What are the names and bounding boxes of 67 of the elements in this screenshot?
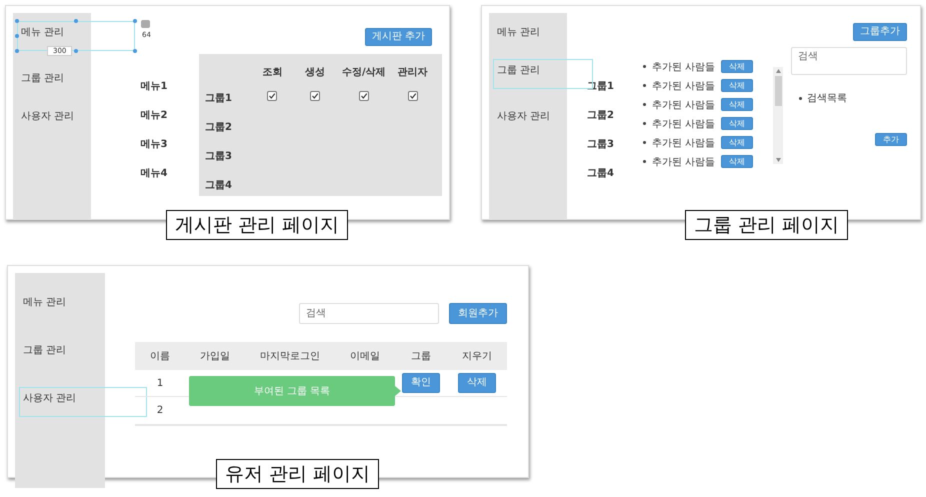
page-caption: 유저 관리 페이지	[216, 459, 380, 489]
up-arrow-icon[interactable]	[776, 69, 780, 73]
column-header: 그룹	[395, 342, 447, 370]
bullet-icon	[643, 84, 646, 87]
member-name: 추가된 사람들	[652, 136, 716, 150]
bullet-icon	[643, 103, 646, 106]
column-header: 이메일	[335, 342, 395, 370]
column-header: 생성	[304, 66, 325, 78]
bullet-icon	[643, 160, 646, 163]
bullet-icon	[643, 65, 646, 68]
resize-handle[interactable]	[15, 34, 19, 38]
page-caption: 게시판 관리 페이지	[166, 210, 348, 240]
sidebar-item[interactable]: 사용자 관리	[19, 387, 147, 417]
resize-handle[interactable]	[133, 49, 137, 53]
resize-handle[interactable]	[15, 19, 19, 23]
column-header: 가입일	[185, 342, 245, 370]
down-arrow-icon[interactable]	[776, 158, 780, 162]
sidebar-item[interactable]: 메뉴 관리	[19, 291, 70, 313]
checkbox[interactable]	[267, 91, 278, 101]
square-icon	[141, 20, 150, 28]
member-name: 추가된 사람들	[652, 118, 716, 130]
group-label[interactable]: 그룹3	[587, 137, 635, 166]
menu-label: 메뉴4	[140, 167, 168, 181]
group-label[interactable]: 그룹4	[587, 166, 635, 195]
group-label[interactable]: 그룹2	[587, 108, 635, 137]
member-name: 추가된 사람들	[652, 156, 716, 168]
table-cell: 1	[156, 378, 164, 388]
search-result[interactable]: 검색목록	[807, 91, 847, 105]
column-header: 관리자	[398, 66, 428, 78]
member-name: 추가된 사람들	[652, 98, 716, 112]
resize-handle[interactable]	[74, 49, 78, 53]
column-header: 조회	[262, 66, 282, 78]
page-caption: 그룹 관리 페이지	[685, 210, 848, 240]
checkbox[interactable]	[358, 91, 369, 101]
checkbox[interactable]	[310, 91, 320, 101]
column-header: 수정/삭제	[342, 66, 386, 78]
sidebar-item[interactable]: 그룹 관리	[17, 67, 68, 89]
resize-handle[interactable]	[15, 49, 19, 53]
column-header: 마지막로그인	[245, 342, 335, 370]
sidebar-item[interactable]: 그룹 관리	[493, 59, 593, 89]
group-label: 그룹4	[205, 178, 232, 192]
pointer-icon	[395, 386, 401, 396]
group-label: 그룹2	[205, 120, 232, 134]
sidebar-item[interactable]: 그룹 관리	[19, 339, 70, 361]
search-field[interactable]: 검색	[299, 303, 439, 324]
scrollbar[interactable]	[773, 67, 783, 164]
checkbox[interactable]	[408, 91, 418, 101]
tooltip: 부여된 그룹 목록	[189, 376, 401, 406]
sidebar-item[interactable]: 사용자 관리	[17, 105, 78, 127]
sidebar-item[interactable]: 사용자 관리	[493, 105, 554, 127]
group-label: 그룹1	[205, 92, 232, 104]
column-header: 지우기	[447, 342, 507, 370]
resize-handle[interactable]	[74, 19, 78, 23]
resize-handle[interactable]	[133, 19, 137, 23]
member-name: 추가된 사람들	[652, 60, 716, 74]
search-field[interactable]: 검색	[791, 47, 907, 75]
member-name: 추가된 사람들	[652, 80, 716, 92]
bullet-icon	[643, 122, 646, 125]
table-cell: 2	[156, 405, 164, 416]
group-label: 그룹3	[205, 150, 232, 162]
menu-label: 메뉴2	[140, 109, 168, 123]
bullet-icon	[799, 96, 802, 100]
bullet-icon	[643, 141, 646, 144]
menu-label: 메뉴1	[140, 80, 168, 94]
menu-label: 메뉴3	[140, 138, 168, 152]
column-header: 이름	[135, 342, 185, 370]
sidebar-item[interactable]: 메뉴 관리	[493, 21, 544, 43]
